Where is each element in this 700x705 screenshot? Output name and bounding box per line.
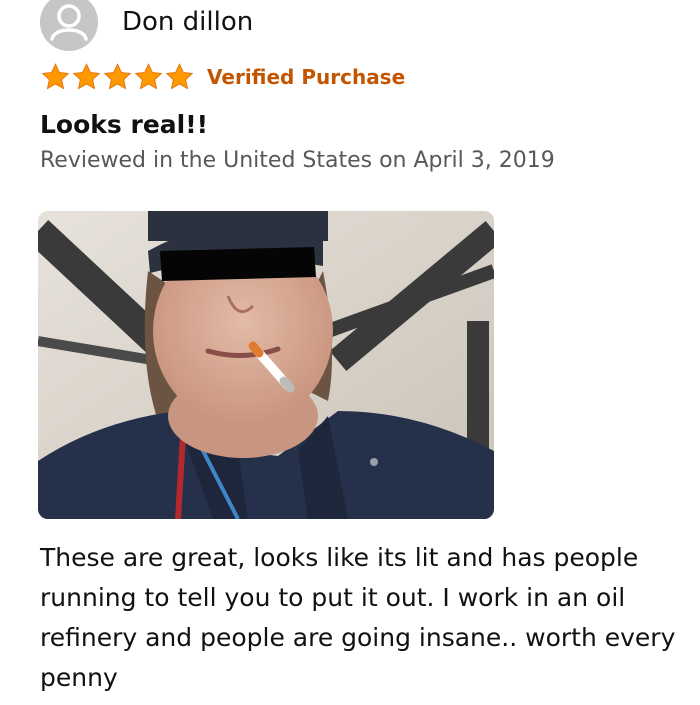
star-icon: [103, 63, 132, 90]
rating-row: Verified Purchase: [40, 62, 405, 92]
review-title[interactable]: Looks real!!: [40, 110, 208, 139]
customer-review: Don dillon Verified Purchase Looks real!…: [0, 0, 700, 705]
verified-purchase-badge: Verified Purchase: [207, 65, 406, 89]
review-date: Reviewed in the United States on April 3…: [40, 148, 555, 173]
reviewer-profile[interactable]: Don dillon: [40, 0, 253, 52]
review-body: These are great, looks like its lit and …: [40, 543, 676, 692]
star-icon: [72, 63, 101, 90]
review-photo[interactable]: [38, 211, 494, 519]
avatar[interactable]: [40, 0, 98, 51]
reviewer-name[interactable]: Don dillon: [122, 7, 253, 37]
user-silhouette-icon: [40, 0, 98, 51]
star-icon: [134, 63, 163, 90]
star-icon: [165, 63, 194, 90]
customer-photo-illustration: [38, 211, 494, 519]
star-icon: [41, 63, 70, 90]
star-rating[interactable]: [40, 62, 195, 92]
